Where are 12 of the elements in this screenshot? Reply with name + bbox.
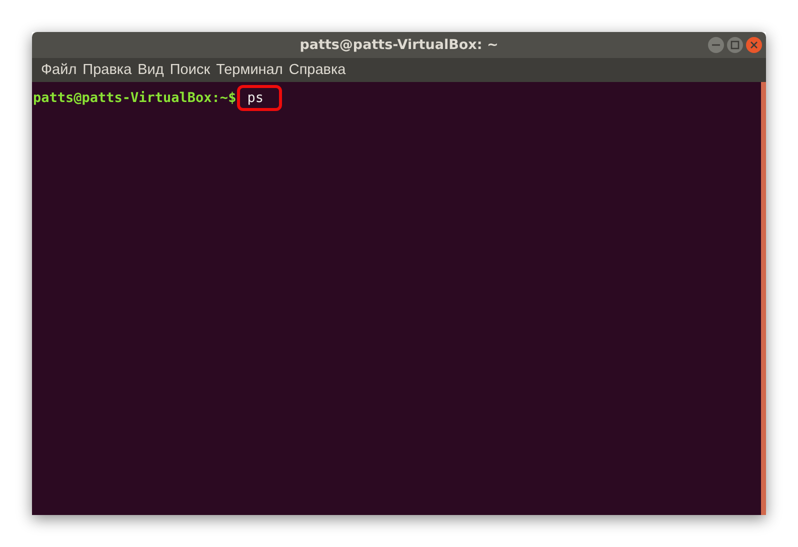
maximize-icon[interactable] (727, 37, 743, 53)
minimize-icon[interactable] (708, 37, 724, 53)
menu-item[interactable]: Вид (134, 62, 167, 78)
menu-item[interactable]: Справка (286, 62, 349, 78)
shell-prompt: patts@patts-VirtualBox:~$ (33, 90, 236, 106)
menu-item[interactable]: Файл (38, 62, 80, 78)
close-icon[interactable] (746, 37, 762, 53)
menu-item[interactable]: Терминал (213, 62, 286, 78)
menu-item[interactable]: Правка (80, 62, 135, 78)
window-title: patts@patts-VirtualBox: ~ (300, 37, 498, 53)
command-text: ps (237, 85, 282, 111)
menu-item[interactable]: Поиск (166, 62, 214, 78)
